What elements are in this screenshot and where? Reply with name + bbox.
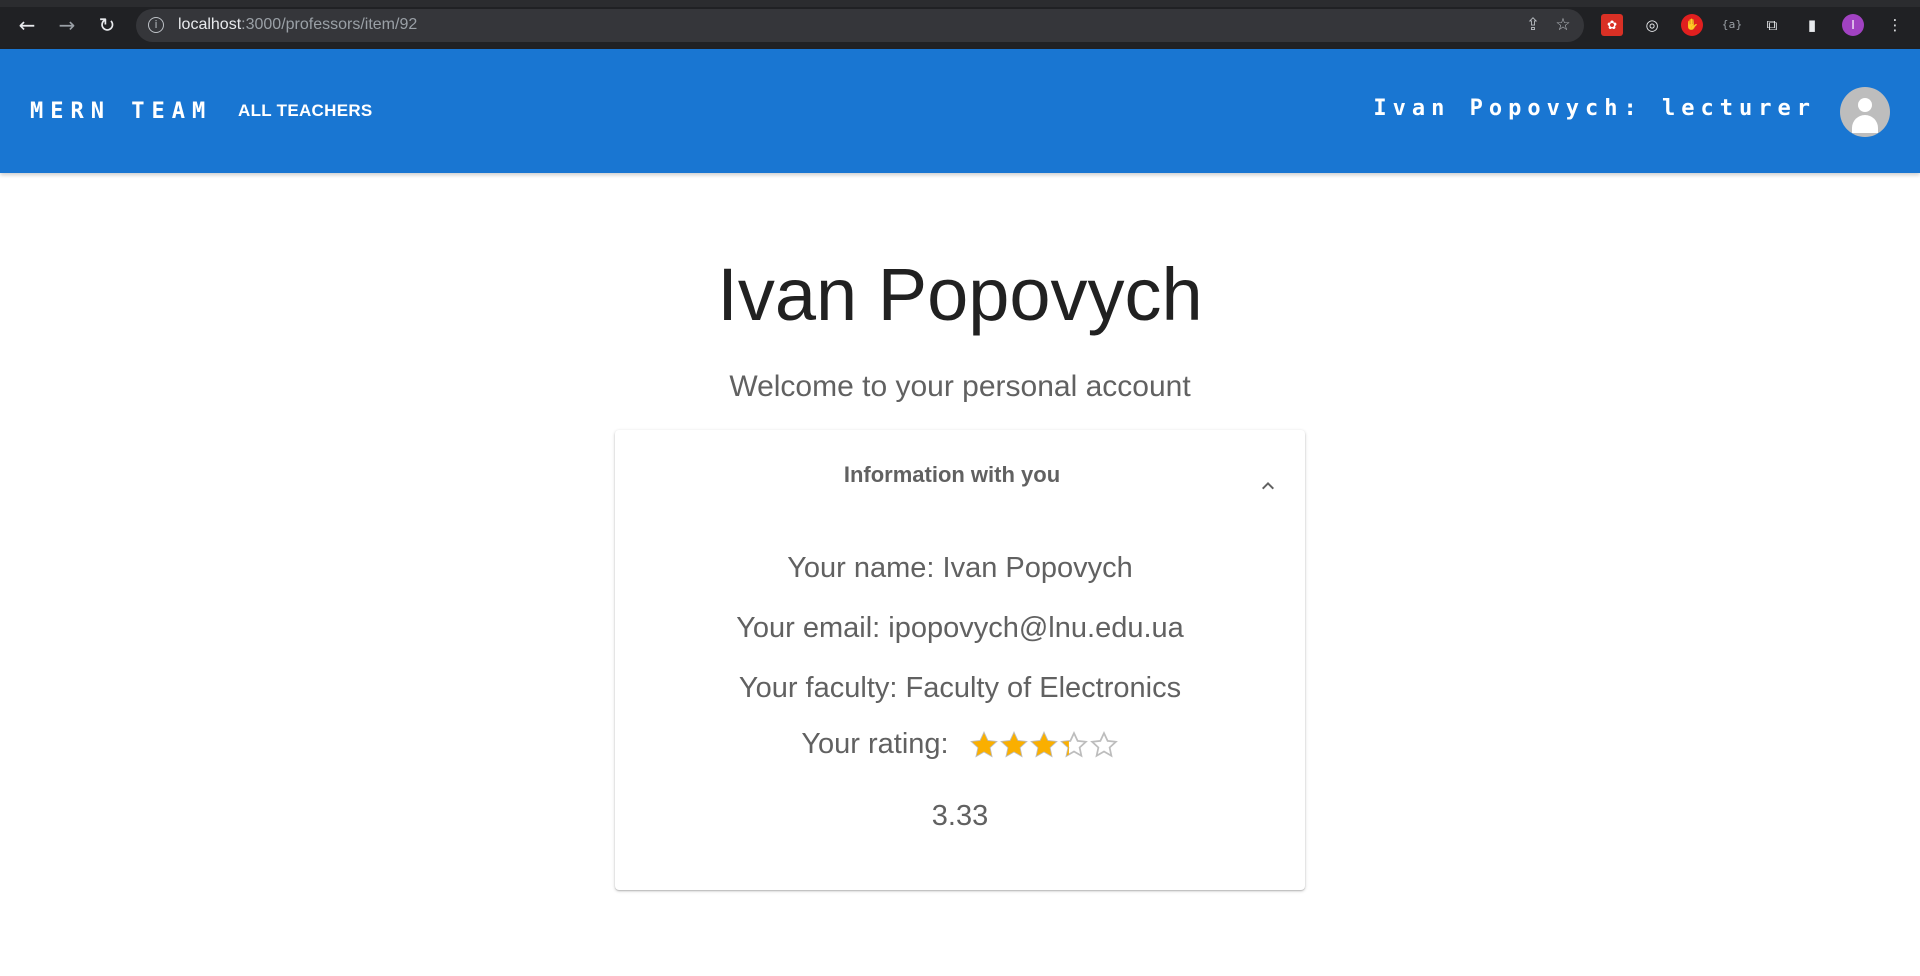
brand-logo[interactable]: MERN TEAM xyxy=(30,99,212,124)
address-bar[interactable]: i localhost:3000/professors/item/92 ⇪ ☆ xyxy=(136,9,1584,42)
rating-label: Your rating: xyxy=(801,728,949,760)
page-title: Ivan Popovych xyxy=(717,253,1203,336)
star-icon[interactable] xyxy=(1089,729,1119,761)
forward-arrow-icon[interactable]: → xyxy=(56,12,78,38)
user-role-label: Ivan Popovych: lecturer xyxy=(1373,96,1816,121)
browser-toolbar: ← → ↻ i localhost:3000/professors/item/9… xyxy=(0,0,1920,49)
avatar-person-icon xyxy=(1858,98,1872,112)
share-icon[interactable]: ⇪ xyxy=(1522,14,1544,36)
side-panel-icon[interactable]: ▮ xyxy=(1801,14,1823,36)
rating-row: Your rating: xyxy=(615,728,1305,761)
stop-hand-extension-icon[interactable]: ✋ xyxy=(1681,14,1703,36)
avatar-person-body xyxy=(1852,115,1878,133)
site-info-icon[interactable]: i xyxy=(148,17,164,33)
more-menu-icon[interactable]: ⋮ xyxy=(1884,14,1906,36)
all-teachers-link[interactable]: ALL TEACHERS xyxy=(238,101,373,121)
info-accordion: Information with you Your name: Ivan Pop… xyxy=(615,430,1305,890)
user-name-line: Your name: Ivan Popovych xyxy=(787,552,1133,584)
star-icon[interactable] xyxy=(1029,729,1059,761)
page-subtitle: Welcome to your personal account xyxy=(729,370,1191,403)
reload-icon[interactable]: ↻ xyxy=(96,12,118,38)
user-email-line: Your email: ipopovych@lnu.edu.ua xyxy=(736,612,1184,644)
rating-stars xyxy=(969,729,1119,761)
url-host: localhost xyxy=(178,16,242,33)
user-faculty-line: Your faculty: Faculty of Electronics xyxy=(738,672,1182,704)
star-icon[interactable] xyxy=(969,729,999,761)
json-extension-icon[interactable]: {a} xyxy=(1721,14,1743,36)
tab-strip xyxy=(0,0,1920,7)
url-text[interactable]: localhost:3000/professors/item/92 xyxy=(178,16,417,34)
accordion-header[interactable]: Information with you xyxy=(615,462,1289,488)
url-path: :3000/professors/item/92 xyxy=(241,16,418,33)
back-arrow-icon[interactable]: ← xyxy=(16,12,38,38)
star-icon[interactable] xyxy=(999,729,1029,761)
star-icon[interactable] xyxy=(1059,729,1089,761)
chevron-up-icon[interactable] xyxy=(1256,474,1280,498)
bookmark-star-icon[interactable]: ☆ xyxy=(1552,14,1574,36)
extension-icon[interactable]: ✿ xyxy=(1601,14,1623,36)
profile-avatar[interactable]: I xyxy=(1842,14,1864,36)
app-bar: MERN TEAM ALL TEACHERS Ivan Popovych: le… xyxy=(0,49,1920,173)
target-extension-icon[interactable]: ◎ xyxy=(1641,14,1663,36)
avatar[interactable] xyxy=(1840,87,1890,137)
puzzle-icon[interactable]: ⧉ xyxy=(1761,14,1783,36)
rating-value: 3.33 xyxy=(931,800,989,832)
